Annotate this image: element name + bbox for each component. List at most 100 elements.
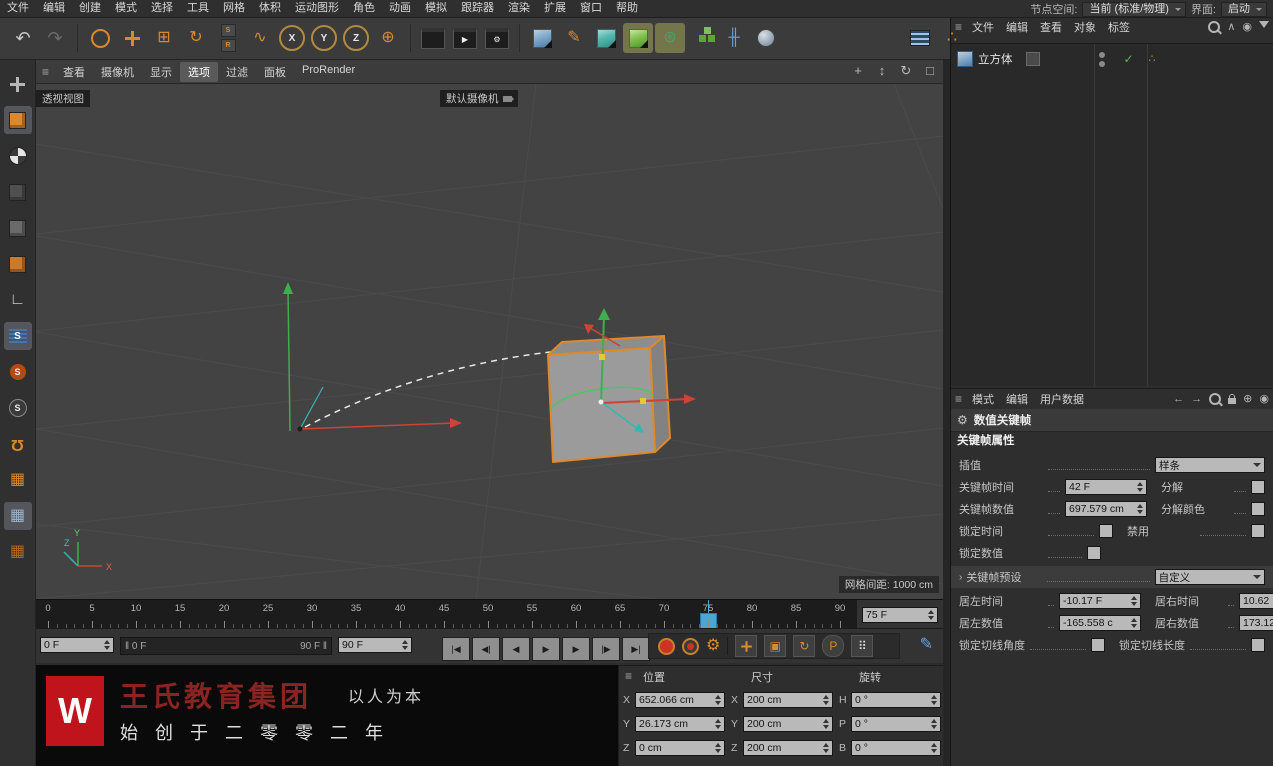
object-row-cube[interactable]: 立方体 ✓ ∴ (957, 50, 1269, 68)
left-value-field[interactable]: -165.558 c (1059, 615, 1141, 631)
right-value-field[interactable]: 173.126 c (1239, 615, 1273, 631)
menubar-item-13[interactable]: 渲染 (501, 0, 537, 17)
key-time-field[interactable]: 42 F (1065, 479, 1147, 495)
record-scale-toggle[interactable]: ▣ (764, 635, 787, 657)
eye-icon[interactable]: ◉ (1242, 20, 1252, 33)
polygon-mode-button[interactable] (4, 250, 32, 278)
coord-field[interactable]: 0 ° (851, 716, 941, 732)
rotate-tool-button[interactable]: ↻ (181, 23, 211, 53)
object-manager-menu-0[interactable]: 文件 (966, 19, 1000, 35)
y-handle[interactable] (599, 354, 605, 360)
autokey-button[interactable]: ⚙ (706, 638, 720, 654)
keyframe-selection-button[interactable] (682, 637, 699, 655)
range-slider-start-handle[interactable]: ‖ 0 F (125, 641, 146, 652)
render-picture-viewer-button[interactable]: ▶ (450, 23, 480, 53)
up-arrow-icon[interactable]: ∧ (1227, 20, 1235, 33)
prev-key-button[interactable]: ◀| (472, 637, 500, 661)
panel-splitter[interactable] (943, 60, 950, 766)
pan-view-icon[interactable]: + (849, 63, 867, 79)
spinner-icon[interactable] (1128, 596, 1137, 606)
attribute-menu-2[interactable]: 用户数据 (1034, 391, 1090, 407)
deformer-button[interactable]: ╫ (719, 23, 749, 53)
menubar-item-15[interactable]: 窗口 (573, 0, 609, 17)
spinner-icon[interactable] (101, 640, 110, 650)
search-icon[interactable] (1208, 20, 1221, 33)
attribute-menu-0[interactable]: 模式 (966, 391, 1000, 407)
menubar-item-3[interactable]: 模式 (108, 0, 144, 17)
menubar-item-10[interactable]: 动画 (382, 0, 418, 17)
viewport-menu-3[interactable]: 选项 (180, 61, 219, 82)
sketch-tool-button[interactable]: ∿ (245, 23, 275, 53)
coord-field[interactable]: 0 ° (851, 692, 941, 708)
menubar-item-14[interactable]: 扩展 (537, 0, 573, 17)
workplane-mode-button[interactable]: S (3, 322, 32, 350)
camera-label[interactable]: 默认摄像机 (440, 90, 518, 107)
prev-frame-button[interactable]: ◀ (502, 637, 530, 661)
jump-start-button[interactable]: |◀ (442, 637, 470, 661)
render-settings-button[interactable]: ⚙ (482, 23, 512, 53)
range-start-field[interactable]: 0 F (40, 637, 114, 653)
preset-library-button[interactable]: ∴ (937, 23, 967, 53)
spinner-icon[interactable] (820, 743, 829, 753)
spinner-icon[interactable] (1128, 618, 1137, 628)
coordinate-system-button[interactable]: ⊕ (373, 23, 403, 53)
timeline-ruler[interactable]: 0 5 10 15 20 25 30 35 40 45 50 55 60 65 70 75 80 85 90 (36, 599, 857, 629)
coord-field[interactable]: 0 ° (851, 740, 941, 756)
spinner-icon[interactable] (1134, 482, 1143, 492)
make-editable-button[interactable] (4, 70, 32, 98)
chevron-right-icon[interactable]: › (959, 572, 962, 583)
forward-arrow-icon[interactable]: → (1191, 393, 1202, 405)
spinner-icon[interactable] (712, 743, 721, 753)
menubar-item-16[interactable]: 帮助 (609, 0, 645, 17)
record-position-toggle[interactable] (735, 635, 758, 657)
viewport-menu-5[interactable]: 面板 (256, 62, 294, 82)
spinner-icon[interactable] (820, 695, 829, 705)
viewport-menu-1[interactable]: 摄像机 (93, 62, 142, 82)
next-key-button[interactable]: |▶ (592, 637, 620, 661)
menubar-item-2[interactable]: 创建 (72, 0, 108, 17)
back-arrow-icon[interactable]: ← (1173, 393, 1184, 405)
object-manager-menu-3[interactable]: 对象 (1068, 19, 1102, 35)
add-circle-icon[interactable]: ⊕ (1243, 392, 1252, 405)
coord-field[interactable]: 0 cm (635, 740, 725, 756)
visibility-toggle-icons[interactable] (1098, 51, 1105, 67)
lock-tangent-length-checkbox[interactable] (1251, 638, 1265, 652)
render-view-button[interactable] (418, 23, 448, 53)
axis-mode-button[interactable]: ∟ (4, 286, 32, 314)
mute-checkbox[interactable] (1251, 524, 1265, 538)
viewport-menu-6[interactable]: ProRender (294, 62, 363, 82)
object-tree[interactable]: 立方体 ✓ ∴ (951, 43, 1273, 386)
layer-chip-icon[interactable] (1025, 52, 1040, 66)
coord-field[interactable]: 200 cm (743, 692, 833, 708)
undo-button[interactable]: ↶ (8, 23, 38, 53)
lock-tangent-angle-checkbox[interactable] (1091, 638, 1105, 652)
preset-select[interactable]: 自定义 (1154, 569, 1265, 585)
coord-field[interactable]: 200 cm (743, 716, 833, 732)
snap-settings-button[interactable]: S (4, 394, 32, 422)
left-time-field[interactable]: -10.17 F (1059, 593, 1141, 609)
menubar-item-4[interactable]: 选择 (144, 0, 180, 17)
y-axis-lock-button[interactable]: Y (309, 23, 339, 53)
decompose-color-checkbox[interactable] (1251, 502, 1265, 516)
magnet-snap-button[interactable]: Ω (4, 430, 32, 458)
recent-tools-stack[interactable]: SR (213, 23, 243, 53)
next-frame-button[interactable]: ▶ (562, 637, 590, 661)
object-manager-menu-4[interactable]: 标签 (1102, 19, 1136, 35)
scale-tool-button[interactable]: ⊞ (149, 23, 179, 53)
grid-snap-button[interactable]: ▦ (4, 466, 32, 494)
jump-end-button[interactable]: ▶| (622, 637, 650, 661)
spinner-icon[interactable] (928, 695, 937, 705)
perspective-viewport[interactable]: 透视视图 默认摄像机 网格间距: 1000 cm Y X Z (36, 84, 943, 599)
node-space-select[interactable]: 当前 (标准/物理) (1082, 1, 1186, 17)
quantize-button[interactable]: ▦ (4, 538, 32, 566)
menubar-item-8[interactable]: 运动图形 (288, 0, 346, 17)
menubar-item-6[interactable]: 网格 (216, 0, 252, 17)
edge-mode-button[interactable] (4, 214, 32, 242)
menubar-item-0[interactable]: 文件 (0, 0, 36, 17)
x-handle[interactable] (640, 398, 646, 404)
attribute-menu-icon[interactable]: ≡ (955, 392, 962, 406)
enabled-check-icon[interactable]: ✓ (1124, 52, 1134, 66)
content-browser-button[interactable] (905, 23, 935, 53)
object-manager-menu-1[interactable]: 编辑 (1000, 19, 1034, 35)
rotate-view-icon[interactable]: ↻ (897, 63, 915, 79)
